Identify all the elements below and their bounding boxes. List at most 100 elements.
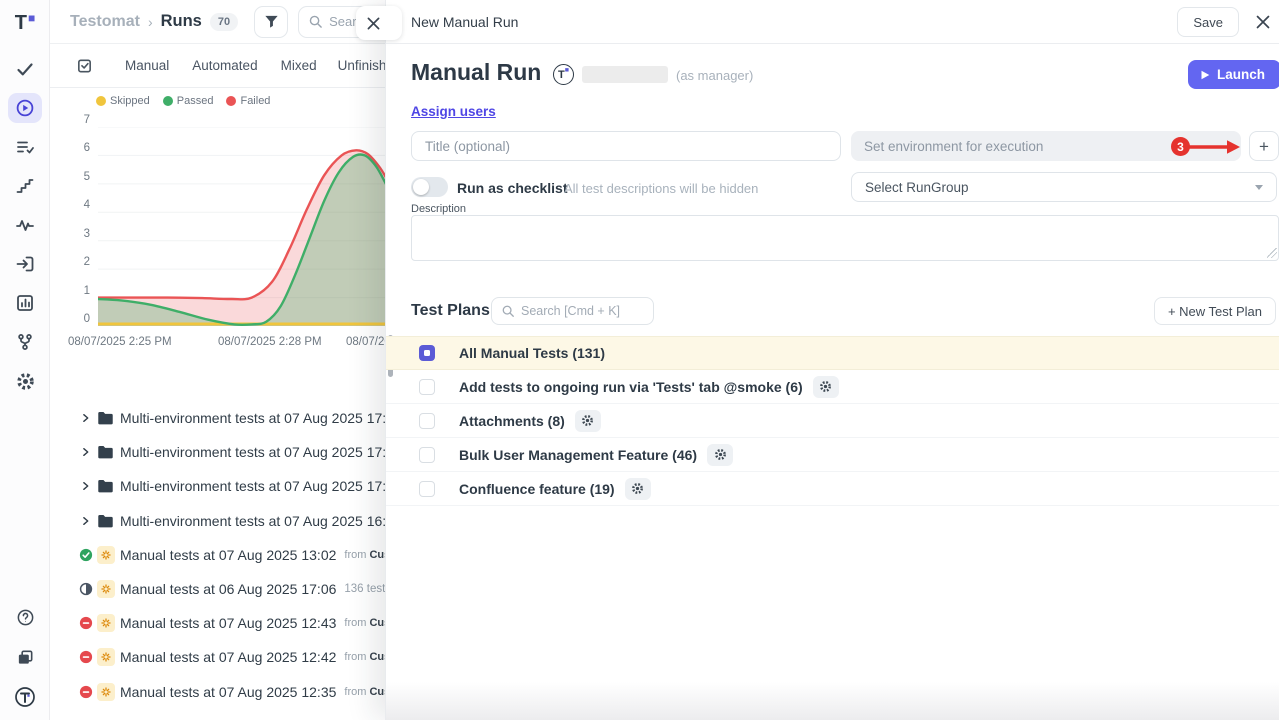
status-failed-icon: [79, 650, 93, 664]
tab-mixed[interactable]: Mixed: [281, 58, 317, 73]
run-meta: from Custom: [344, 686, 385, 698]
runs-list: Multi-environment tests at 07 Aug 2025 1…: [50, 401, 385, 709]
manual-run-icon: [97, 546, 115, 564]
page-header: Testomat › Runs 70: [50, 0, 385, 44]
run-title-input[interactable]: [411, 131, 841, 161]
checkbox-unchecked[interactable]: [419, 481, 435, 497]
tab-manual[interactable]: Manual: [125, 58, 169, 73]
test-plans-list: All Manual Tests (131) Add tests to ongo…: [386, 336, 1279, 506]
run-folder-row[interactable]: Multi-environment tests at 07 Aug 2025 1…: [50, 401, 385, 435]
assign-users-link[interactable]: Assign users: [411, 104, 496, 119]
new-test-plan-button[interactable]: + New Test Plan: [1154, 297, 1276, 325]
chart-x-axis: 08/07/2025 2:25 PM08/07/2025 2:28 PM08/0…: [98, 336, 385, 352]
test-plans-search[interactable]: [491, 297, 654, 325]
play-circle-icon[interactable]: [8, 93, 42, 123]
import-icon[interactable]: [8, 249, 42, 279]
legend-item[interactable]: Skipped: [96, 95, 150, 107]
add-environment-button[interactable]: +: [1249, 131, 1279, 161]
test-plan-row[interactable]: Add tests to ongoing run via 'Tests' tab…: [386, 370, 1279, 404]
run-label: Manual tests at 07 Aug 2025 13:02: [120, 547, 336, 563]
run-as-checklist-toggle[interactable]: [411, 177, 448, 197]
chevron-right-icon[interactable]: [80, 515, 91, 526]
test-plan-row[interactable]: Attachments (8): [386, 404, 1279, 438]
list-check-icon[interactable]: [8, 132, 42, 162]
plan-settings-button[interactable]: [707, 444, 733, 466]
checkbox-checked[interactable]: [419, 345, 435, 361]
tab-unfinished[interactable]: Unfinished: [338, 58, 385, 73]
chart-legend: Skipped Passed Failed: [96, 95, 270, 107]
runs-tabs: Manual Automated Mixed Unfinished: [50, 44, 385, 88]
runs-count-badge: 70: [210, 13, 238, 31]
app-logo[interactable]: T■: [0, 8, 50, 38]
run-folder-row[interactable]: Multi-environment tests at 07 Aug 2025 1…: [50, 504, 385, 538]
bar-chart-icon[interactable]: [8, 288, 42, 318]
branch-icon[interactable]: [8, 327, 42, 357]
run-row[interactable]: Manual tests at 07 Aug 2025 13:02 from C…: [50, 538, 385, 572]
filter-button[interactable]: [254, 6, 288, 38]
test-plan-row[interactable]: Confluence feature (19): [386, 472, 1279, 506]
breadcrumb-page[interactable]: Runs: [161, 12, 202, 31]
drawer-bottom-fade: [386, 682, 1279, 720]
run-label: Manual tests at 07 Aug 2025 12:35: [120, 684, 336, 700]
checkbox-unchecked[interactable]: [419, 413, 435, 429]
legend-dot-icon: [226, 96, 236, 106]
checkbox-unchecked[interactable]: [419, 379, 435, 395]
steps-icon[interactable]: [8, 171, 42, 201]
search-icon: [501, 304, 515, 318]
plan-settings-button[interactable]: [625, 478, 651, 500]
launch-button[interactable]: Launch: [1188, 60, 1279, 89]
folder-icon: [97, 479, 114, 494]
pulse-icon[interactable]: [8, 210, 42, 240]
manual-run-icon: [97, 614, 115, 632]
run-row[interactable]: Manual tests at 07 Aug 2025 12:35 from C…: [50, 675, 385, 709]
legend-item[interactable]: Failed: [226, 95, 270, 107]
rungroup-select[interactable]: Select RunGroup: [851, 172, 1277, 202]
folder-icon: [97, 445, 114, 460]
x-tick-label: 08/07/2025 2:25 PM: [68, 336, 172, 348]
help-icon[interactable]: [8, 602, 42, 632]
chevron-right-icon[interactable]: [80, 413, 91, 424]
run-label: Multi-environment tests at 07 Aug 2025 1…: [120, 410, 385, 426]
form-title: Manual Run: [411, 59, 541, 86]
run-folder-row[interactable]: Multi-environment tests at 07 Aug 2025 1…: [50, 435, 385, 469]
chevron-right-icon[interactable]: [80, 447, 91, 458]
copy-docs-icon[interactable]: [8, 642, 42, 672]
check-icon[interactable]: [8, 54, 42, 84]
breadcrumb-app[interactable]: Testomat: [70, 13, 140, 31]
y-tick-label: 7: [84, 114, 90, 126]
close-icon[interactable]: [1256, 15, 1270, 29]
manager-note: (as manager): [676, 68, 753, 83]
select-all-icon[interactable]: [76, 57, 93, 74]
runs-history-chart: SkippedPassedFailed 01234567 08/07/2025 …: [60, 88, 385, 358]
y-tick-label: 2: [84, 256, 90, 268]
test-plan-row[interactable]: All Manual Tests (131): [386, 336, 1279, 370]
status-failed-icon: [79, 685, 93, 699]
gear-icon: [819, 380, 832, 393]
run-row[interactable]: Manual tests at 07 Aug 2025 12:42 from C…: [50, 640, 385, 674]
play-icon: [1201, 70, 1210, 80]
drawer-title: New Manual Run: [411, 14, 518, 30]
test-plans-search-input[interactable]: [521, 304, 641, 318]
plan-settings-button[interactable]: [813, 376, 839, 398]
new-manual-run-drawer: New Manual Run Save Launch Manual Run T■…: [385, 0, 1279, 720]
test-plan-row[interactable]: Bulk User Management Feature (46): [386, 438, 1279, 472]
legend-item[interactable]: Passed: [163, 95, 214, 107]
gear-icon: [581, 414, 594, 427]
run-row[interactable]: Manual tests at 07 Aug 2025 12:43 from C…: [50, 606, 385, 640]
chevron-right-icon[interactable]: [80, 481, 91, 492]
save-button[interactable]: Save: [1177, 7, 1239, 37]
test-plan-label: All Manual Tests (131): [459, 345, 605, 361]
test-plan-label: Add tests to ongoing run via 'Tests' tab…: [459, 379, 803, 395]
tab-automated[interactable]: Automated: [192, 58, 257, 73]
plan-settings-button[interactable]: [575, 410, 601, 432]
testomat-logo-icon[interactable]: [8, 682, 42, 712]
gear-icon[interactable]: [8, 366, 42, 396]
checkbox-unchecked[interactable]: [419, 447, 435, 463]
run-folder-row[interactable]: Multi-environment tests at 07 Aug 2025 1…: [50, 469, 385, 503]
description-textarea[interactable]: [411, 215, 1279, 261]
run-row[interactable]: Manual tests at 06 Aug 2025 17:06 136 te…: [50, 572, 385, 606]
run-meta: from Custom: [344, 617, 385, 629]
x-tick-label: 08/07/2025 2:28 PM: [218, 336, 322, 348]
run-meta: from Custom: [344, 549, 385, 561]
folder-icon: [97, 513, 114, 528]
